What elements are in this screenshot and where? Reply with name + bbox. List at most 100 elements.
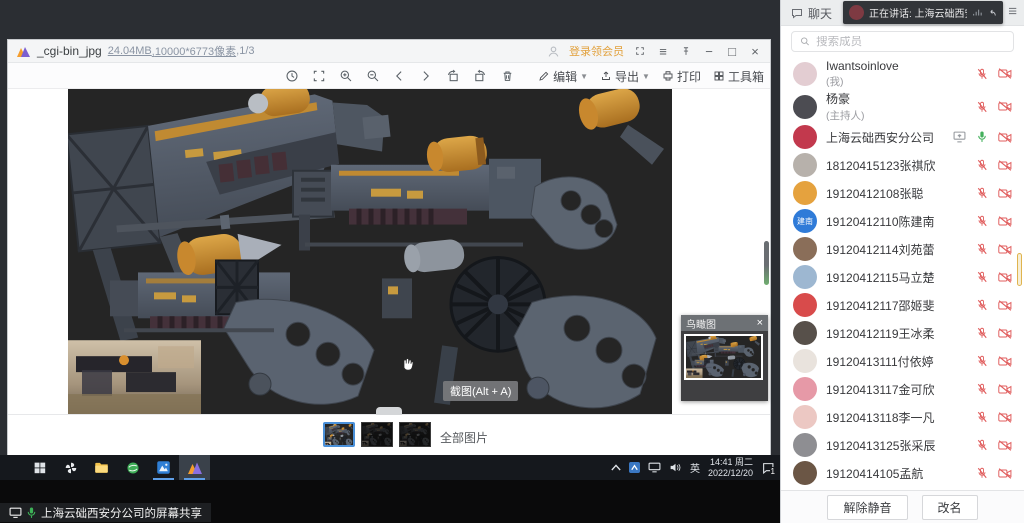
- toolbox-button[interactable]: 工具箱: [713, 68, 764, 85]
- member-row[interactable]: 杨豪 (主持人): [781, 90, 1024, 123]
- rotate-right-icon[interactable]: [473, 69, 488, 83]
- member-row[interactable]: 19120413118李一凡: [781, 403, 1024, 431]
- fullscreen-icon[interactable]: [633, 44, 647, 58]
- maximize-button[interactable]: □: [725, 44, 739, 58]
- mic-off-icon[interactable]: [977, 215, 987, 227]
- next-image-icon[interactable]: [419, 69, 432, 83]
- member-row[interactable]: Iwantsoinlove (我): [781, 57, 1024, 90]
- camera-off-icon[interactable]: [998, 356, 1012, 367]
- camera-off-icon[interactable]: [998, 328, 1012, 339]
- member-row[interactable]: 19120413117金可欣: [781, 375, 1024, 403]
- member-row[interactable]: 建南 19120412110陈建南: [781, 207, 1024, 235]
- print-button[interactable]: 打印: [662, 68, 701, 85]
- filmstrip-thumb[interactable]: [399, 422, 431, 447]
- filmstrip-collapse-handle[interactable]: [376, 407, 402, 415]
- member-row[interactable]: 18120415123张祺欣: [781, 151, 1024, 179]
- viewer-toolbar: 编辑▼ 导出▼ 打印 工具箱: [8, 63, 770, 89]
- input-language-indicator[interactable]: 英: [690, 460, 700, 475]
- member-row[interactable]: 19120414105孟航: [781, 459, 1024, 487]
- file-size[interactable]: 24.04MB: [108, 45, 152, 57]
- search-input[interactable]: [816, 36, 1005, 48]
- start-button[interactable]: [24, 455, 55, 480]
- birdseye-close-icon[interactable]: ×: [757, 317, 763, 329]
- taskbar-image-viewer-icon[interactable]: [179, 455, 210, 480]
- tray-clock[interactable]: 14:41 周二 2022/12/20: [708, 457, 753, 478]
- camera-off-icon[interactable]: [998, 412, 1012, 423]
- member-row[interactable]: 19120413111付依婷: [781, 347, 1024, 375]
- file-dimensions[interactable]: 10000*6773像素: [152, 43, 236, 59]
- member-list-scrollbar-thumb[interactable]: [1017, 253, 1022, 286]
- taskbar-browser-icon[interactable]: [117, 455, 148, 480]
- tray-chevron-up-icon[interactable]: [611, 464, 621, 471]
- camera-off-icon[interactable]: [998, 300, 1012, 311]
- viewer-canvas[interactable]: [8, 89, 770, 414]
- birdseye-viewport-frame[interactable]: [684, 334, 763, 380]
- member-row[interactable]: 19120412115马立楚: [781, 263, 1024, 291]
- mic-off-icon[interactable]: [977, 299, 987, 311]
- return-arrow-icon[interactable]: [987, 8, 997, 18]
- mic-on-icon[interactable]: [977, 131, 987, 143]
- account-icon[interactable]: [547, 45, 560, 58]
- tab-chat[interactable]: 聊天: [791, 5, 832, 22]
- mic-off-icon[interactable]: [977, 243, 987, 255]
- login-promo-link[interactable]: 登录领会员: [569, 43, 624, 59]
- delete-icon[interactable]: [501, 69, 514, 83]
- member-row[interactable]: 19120413125张采辰: [781, 431, 1024, 459]
- camera-off-icon[interactable]: [998, 384, 1012, 395]
- member-row[interactable]: 19120412119王冰柔: [781, 319, 1024, 347]
- network-icon[interactable]: [648, 462, 661, 473]
- filmstrip-thumb[interactable]: [323, 422, 355, 447]
- member-row[interactable]: 19120412108张聪: [781, 179, 1024, 207]
- camera-off-icon[interactable]: [998, 272, 1012, 283]
- camera-off-icon[interactable]: [998, 101, 1012, 112]
- fit-screen-icon[interactable]: [312, 69, 326, 83]
- rename-button[interactable]: 改名: [922, 495, 978, 520]
- camera-off-icon[interactable]: [998, 188, 1012, 199]
- member-row[interactable]: 上海云础西安分公司: [781, 123, 1024, 151]
- volume-icon[interactable]: [669, 462, 682, 473]
- mic-off-icon[interactable]: [977, 159, 987, 171]
- rotate-left-icon[interactable]: [445, 69, 460, 83]
- thumbnail-list-icon[interactable]: ≡: [656, 44, 670, 58]
- mic-off-icon[interactable]: [977, 439, 987, 451]
- mic-off-icon[interactable]: [977, 411, 987, 423]
- close-button[interactable]: ×: [748, 44, 762, 58]
- minimize-button[interactable]: −: [702, 44, 716, 58]
- taskbar-file-explorer-icon[interactable]: [86, 455, 117, 480]
- member-row[interactable]: 19120412117邵姬斐: [781, 291, 1024, 319]
- previous-image-icon[interactable]: [393, 69, 406, 83]
- edit-button[interactable]: 编辑▼: [538, 68, 588, 85]
- taskbar-fan-app-icon[interactable]: [55, 455, 86, 480]
- zoom-out-icon[interactable]: [366, 69, 380, 83]
- actual-size-icon[interactable]: [285, 69, 299, 83]
- mic-off-icon[interactable]: [977, 383, 987, 395]
- member-search-box[interactable]: [791, 31, 1014, 52]
- camera-off-icon[interactable]: [998, 244, 1012, 255]
- tray-app-icon[interactable]: [629, 462, 640, 473]
- mic-off-icon[interactable]: [977, 271, 987, 283]
- camera-off-icon[interactable]: [998, 216, 1012, 227]
- filmstrip-thumb[interactable]: [361, 422, 393, 447]
- notification-icon[interactable]: 1: [761, 462, 775, 474]
- mic-off-icon[interactable]: [977, 68, 987, 80]
- displayed-image[interactable]: [68, 89, 672, 414]
- mic-off-icon[interactable]: [977, 101, 987, 113]
- all-images-label[interactable]: 全部图片: [440, 429, 488, 446]
- camera-off-icon[interactable]: [998, 68, 1012, 79]
- mic-off-icon[interactable]: [977, 327, 987, 339]
- member-row[interactable]: 19120412114刘苑蕾: [781, 235, 1024, 263]
- panel-menu-icon[interactable]: ≡: [1008, 3, 1017, 20]
- export-button[interactable]: 导出▼: [600, 68, 650, 85]
- zoom-in-icon[interactable]: [339, 69, 353, 83]
- unmute-button[interactable]: 解除静音: [827, 495, 907, 520]
- camera-off-icon[interactable]: [998, 132, 1012, 143]
- mic-off-icon[interactable]: [977, 355, 987, 367]
- viewer-scrollbar-thumb[interactable]: [764, 241, 769, 285]
- camera-off-icon[interactable]: [998, 160, 1012, 171]
- mic-off-icon[interactable]: [977, 467, 987, 479]
- camera-off-icon[interactable]: [998, 440, 1012, 451]
- pin-icon[interactable]: [679, 44, 693, 58]
- camera-off-icon[interactable]: [998, 468, 1012, 479]
- taskbar-photos-app-icon[interactable]: [148, 455, 179, 480]
- mic-off-icon[interactable]: [977, 187, 987, 199]
